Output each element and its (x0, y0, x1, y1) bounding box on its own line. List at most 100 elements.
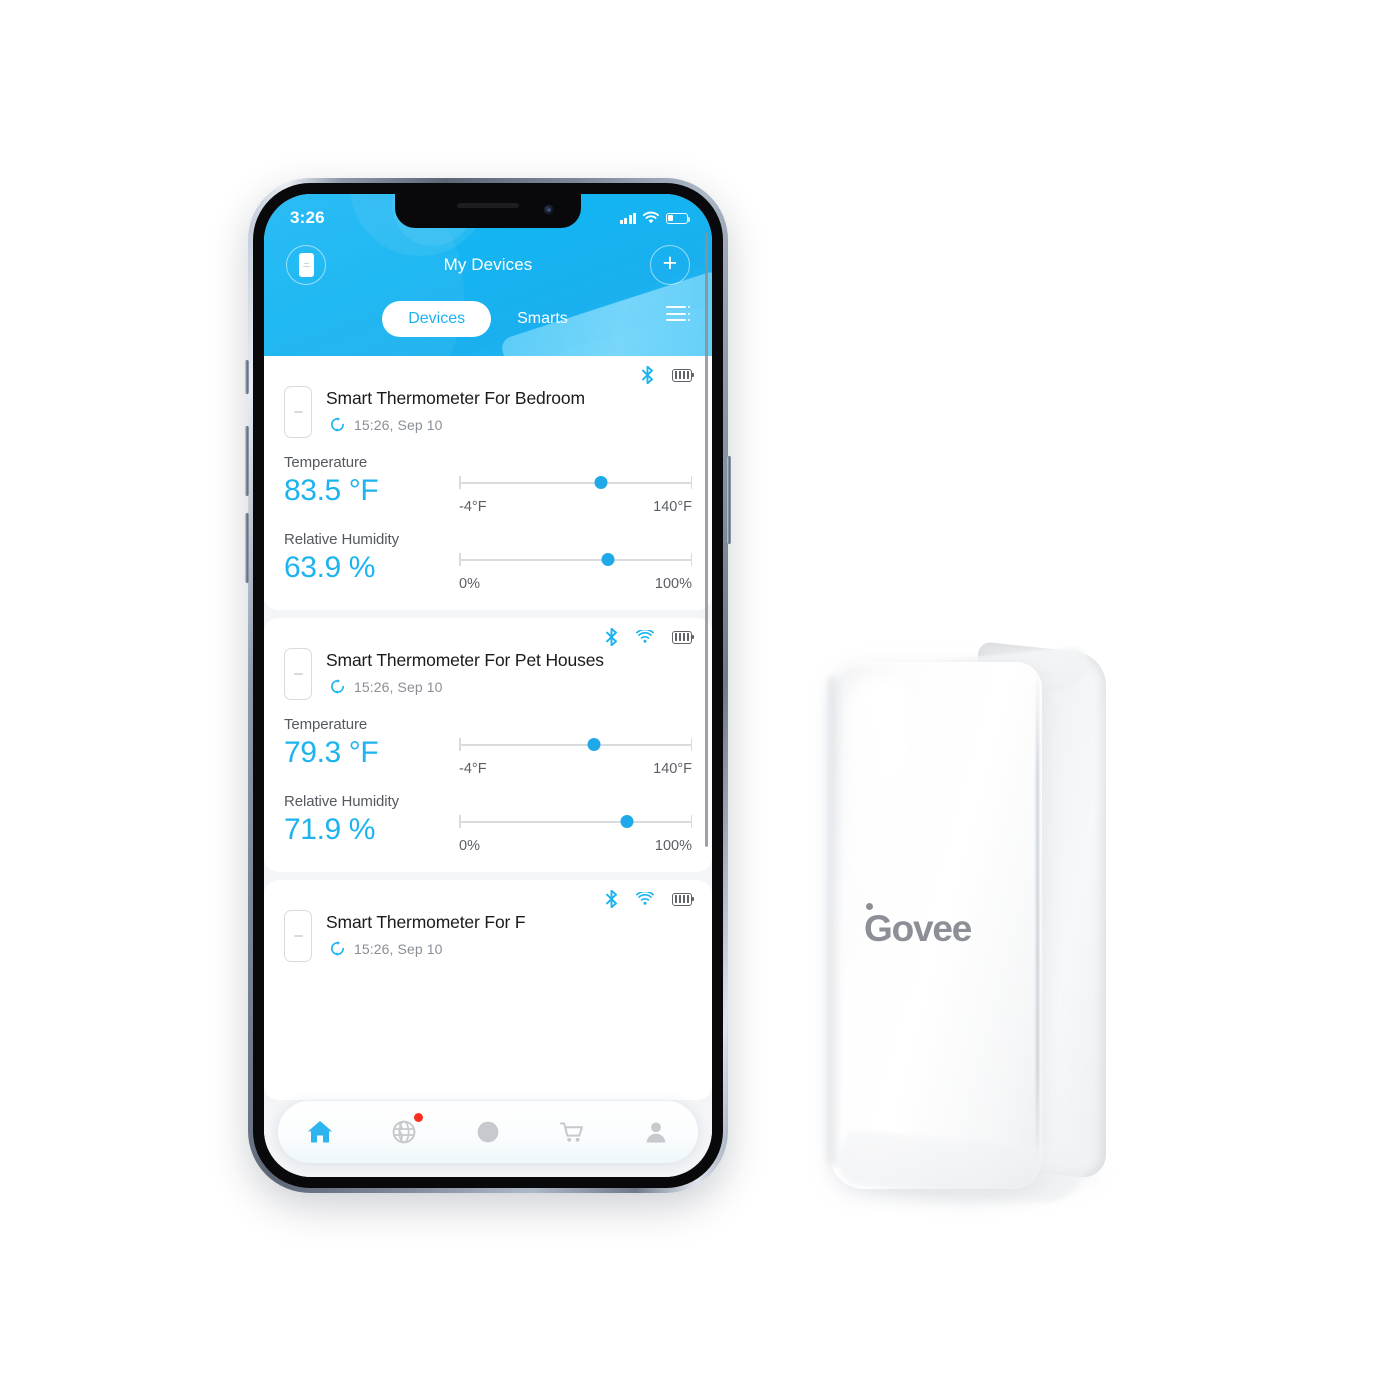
thermometer-device-icon (284, 910, 312, 962)
device-card[interactable]: Smart Thermometer For Bedroom 15:26, Sep… (264, 356, 712, 610)
slider-max-label: 140°F (653, 499, 692, 515)
app-header: 3:26 My Devices + Devices Smarts (264, 194, 712, 356)
bottom-tab-bar (278, 1101, 698, 1163)
phone-power-button[interactable] (727, 456, 731, 544)
metric-value: 83.5 °F (284, 474, 379, 507)
metric-label: Relative Humidity (284, 793, 400, 810)
device-status-icons (641, 366, 695, 384)
battery-icon (672, 368, 695, 382)
device-status-icons (605, 890, 695, 908)
device-card[interactable]: Smart Thermometer For F 15:26, Sep 10 (264, 880, 712, 1100)
tabbar-item-profile[interactable] (628, 1112, 684, 1152)
metric-slider[interactable] (459, 738, 692, 752)
govee-logo-text: ovee (891, 908, 973, 949)
phone-mockup: 3:26 My Devices + Devices Smarts Smart T… (245, 178, 731, 1193)
metric-value: 71.9 % (284, 813, 375, 846)
home-icon (308, 1121, 332, 1143)
device-list[interactable]: Smart Thermometer For Bedroom 15:26, Sep… (264, 356, 712, 1177)
slider-knob[interactable] (594, 476, 608, 489)
refresh-sync-icon (331, 417, 344, 432)
metric-label: Temperature (284, 716, 368, 733)
status-indicators (619, 211, 691, 225)
tab-smarts[interactable]: Smarts (491, 301, 594, 337)
header-nav-row: My Devices + (264, 234, 712, 285)
device-card[interactable]: Smart Thermometer For Pet Houses 15:26, … (264, 618, 712, 872)
metric-humidity: Relative Humidity 63.9 % 0% 100% (284, 531, 692, 592)
slider-max-label: 100% (654, 576, 692, 592)
slider-scale: -4°F 140°F (459, 761, 692, 777)
metric-temperature: Temperature 79.3 °F -4°F 140°F (284, 716, 692, 777)
wifi-icon (636, 892, 654, 905)
compass-icon (477, 1121, 499, 1143)
device-status-icons (605, 628, 695, 646)
device-sync-row: 15:26, Sep 10 (326, 678, 692, 695)
battery-icon (672, 630, 695, 644)
list-menu-dots-icon (666, 306, 690, 321)
device-thumbnail-icon[interactable] (286, 245, 326, 285)
slider-scale: 0% 100% (459, 838, 692, 854)
page-title: My Devices (443, 255, 533, 274)
slider-min-label: -4°F (459, 761, 487, 777)
thermometer-device-icon (284, 648, 312, 700)
metric-value: 63.9 % (284, 551, 375, 584)
device-name: Smart Thermometer For F (326, 912, 526, 932)
add-device-button[interactable]: + (649, 245, 690, 285)
slider-knob[interactable] (601, 553, 615, 566)
metric-label: Temperature (284, 454, 368, 471)
metric-label: Relative Humidity (284, 531, 400, 548)
tabbar-item-explore[interactable] (460, 1112, 516, 1152)
govee-logo-g: G (864, 908, 893, 949)
device-name: Smart Thermometer For Pet Houses (326, 650, 604, 670)
wifi-icon (636, 630, 654, 643)
slider-min-label: 0% (459, 838, 480, 854)
slider-min-label: 0% (459, 576, 480, 592)
status-bar: 3:26 (264, 194, 712, 234)
notification-badge (414, 1113, 423, 1122)
product-highlight (846, 678, 916, 1008)
battery-icon (666, 212, 691, 224)
bluetooth-icon (642, 366, 653, 384)
device-sync-time: 15:26, Sep 10 (354, 416, 443, 433)
metric-slider[interactable] (459, 815, 692, 829)
tabbar-item-store[interactable] (544, 1112, 600, 1152)
phone-screen: 3:26 My Devices + Devices Smarts Smart T… (264, 194, 712, 1177)
slider-scale: 0% 100% (459, 576, 692, 592)
product-left-edge (828, 676, 842, 1166)
device-sync-time: 15:26, Sep 10 (354, 940, 443, 957)
tabbar-item-home[interactable] (292, 1112, 348, 1152)
bluetooth-icon (606, 628, 617, 646)
wifi-icon (642, 211, 660, 224)
slider-knob[interactable] (620, 815, 634, 828)
metric-value: 79.3 °F (284, 736, 379, 769)
refresh-sync-icon (331, 679, 344, 694)
device-sync-row: 15:26, Sep 10 (326, 940, 692, 957)
phone-volume-up-button[interactable] (245, 426, 249, 496)
device-sync-time: 15:26, Sep 10 (354, 678, 443, 695)
tabbar-item-discover[interactable] (376, 1112, 432, 1152)
metric-temperature: Temperature 83.5 °F -4°F 140°F (284, 454, 692, 515)
phone-volume-down-button[interactable] (245, 513, 249, 583)
device-sync-row: 15:26, Sep 10 (326, 416, 692, 433)
device-header: Smart Thermometer For Bedroom 15:26, Sep… (284, 370, 692, 438)
screenshot-canvas: 3:26 My Devices + Devices Smarts Smart T… (0, 0, 1400, 1400)
tab-segment-control: Devices Smarts (382, 301, 594, 337)
slider-max-label: 140°F (653, 761, 692, 777)
product-seam (1036, 669, 1039, 1171)
govee-logo-dot (866, 903, 873, 910)
govee-logo: G ovee (864, 903, 973, 950)
slider-knob[interactable] (587, 738, 601, 751)
metric-slider[interactable] (459, 476, 692, 490)
govee-product-image: G ovee (820, 640, 1120, 1210)
globe-icon (392, 1120, 416, 1144)
tab-devices[interactable]: Devices (382, 301, 492, 337)
refresh-sync-icon (331, 941, 344, 956)
phone-mute-switch[interactable] (245, 360, 249, 394)
thermometer-device-icon (284, 386, 312, 438)
shopping-cart-icon (560, 1122, 583, 1142)
phone-bezel: 3:26 My Devices + Devices Smarts Smart T… (253, 183, 723, 1188)
metric-slider[interactable] (459, 553, 692, 567)
slider-min-label: -4°F (459, 499, 487, 515)
slider-scale: -4°F 140°F (459, 499, 692, 515)
device-name: Smart Thermometer For Bedroom (326, 388, 585, 408)
slider-max-label: 100% (654, 838, 692, 854)
